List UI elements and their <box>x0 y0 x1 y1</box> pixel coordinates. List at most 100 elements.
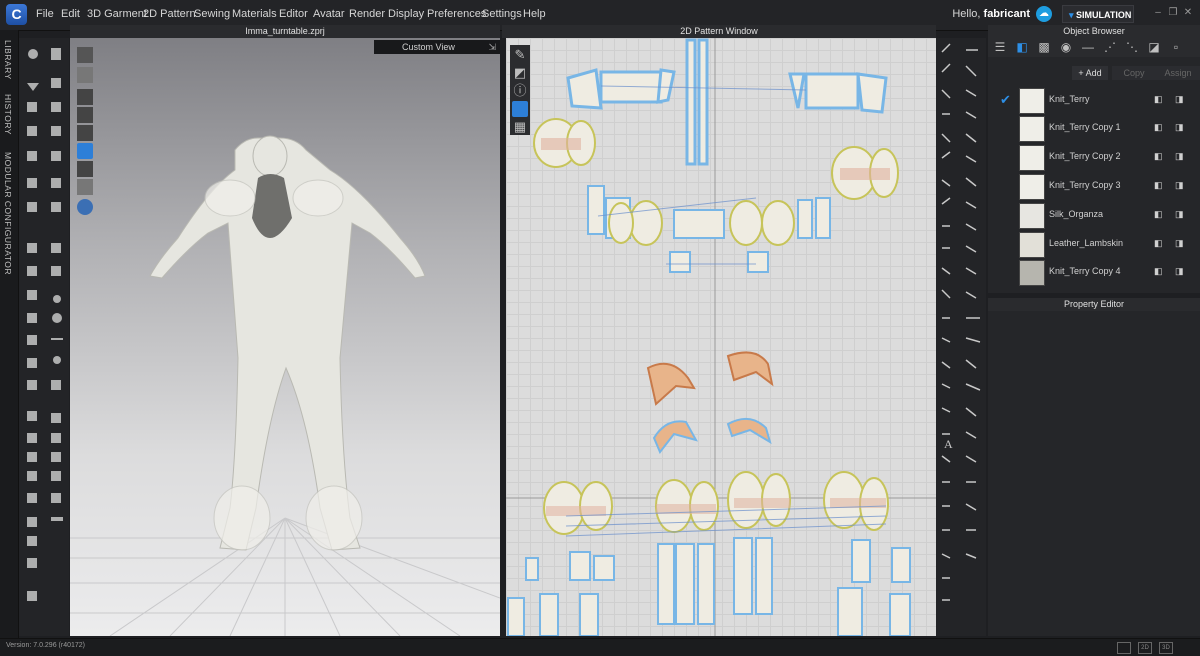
view-label: Custom View ⇲ <box>374 40 500 54</box>
garment-visibility-icon[interactable] <box>77 67 93 83</box>
material-edit-icon[interactable]: ◧ <box>1154 122 1164 132</box>
material-edit-icon[interactable]: ◧ <box>1154 180 1164 190</box>
material-assign-icon[interactable]: ◨ <box>1175 180 1185 190</box>
view-3d-button[interactable]: 3D <box>1159 642 1173 654</box>
svg-text:A: A <box>944 437 953 451</box>
viewport-3d-title: Imma_turntable.zprj <box>70 25 500 38</box>
assign-button[interactable]: Assign <box>1156 66 1200 80</box>
close-icon[interactable]: ✕ <box>1183 8 1193 18</box>
view-2d-button[interactable]: 2D <box>1138 642 1152 654</box>
pattern-window[interactable] <box>506 38 936 636</box>
ghost-view-icon[interactable] <box>77 161 93 177</box>
pattern-display-icon[interactable]: ◩ <box>512 65 528 81</box>
graphic-icon[interactable]: ⋱ <box>1124 39 1140 55</box>
pin-view-icon[interactable] <box>77 125 93 141</box>
list-item[interactable]: ✔ Knit_Terry ◧ ◨ <box>988 86 1200 114</box>
stitch-icon[interactable]: ⋰ <box>1102 39 1118 55</box>
list-item[interactable]: Silk_Organza ◧ ◨ <box>988 201 1200 229</box>
pattern-view-icon[interactable]: ✎ <box>512 47 528 63</box>
tab-history[interactable]: HISTORY <box>3 94 13 135</box>
pattern-pieces <box>506 38 936 636</box>
material-thumbnail <box>1019 260 1045 286</box>
app-logo[interactable]: C <box>6 4 27 25</box>
material-thumbnail <box>1019 88 1045 114</box>
garment-toolbar <box>19 38 69 636</box>
texture-view-icon[interactable] <box>77 89 93 105</box>
material-name: Leather_Lambskin <box>1049 238 1124 248</box>
menu-sewing[interactable]: Sewing <box>194 8 230 20</box>
simulation-icon: ▾ <box>1069 10 1074 20</box>
list-item[interactable]: Knit_Terry Copy 1 ◧ ◨ <box>988 114 1200 142</box>
material-name: Knit_Terry Copy 2 <box>1049 151 1121 161</box>
more-icon[interactable]: ▫ <box>1168 39 1184 55</box>
material-assign-icon[interactable]: ◨ <box>1175 238 1185 248</box>
fabric-icon[interactable]: ◧ <box>1014 39 1030 55</box>
tab-library[interactable]: LIBRARY <box>3 40 13 80</box>
pattern-tools-toolbar: A <box>936 38 986 636</box>
list-item[interactable]: Knit_Terry Copy 3 ◧ ◨ <box>988 172 1200 200</box>
material-edit-icon[interactable]: ◧ <box>1154 151 1164 161</box>
pattern-window-toolbar: ✎ ◩ ⓘ ▦ <box>510 45 530 135</box>
version-label: Version: 7.0.296 (r40172) <box>6 642 85 649</box>
menu-display[interactable]: Display <box>388 8 424 20</box>
list-item[interactable]: Knit_Terry Copy 4 ◧ ◨ <box>988 258 1200 286</box>
menu-render[interactable]: Render <box>349 8 385 20</box>
pattern-window-title: 2D Pattern Window <box>502 25 936 38</box>
material-assign-icon[interactable]: ◨ <box>1175 266 1185 276</box>
side-tab-strip: LIBRARY HISTORY MODULAR CONFIGURATOR <box>0 30 19 638</box>
material-name: Knit_Terry <box>1049 94 1090 104</box>
material-thumbnail <box>1019 203 1045 229</box>
material-edit-icon[interactable]: ◧ <box>1154 266 1164 276</box>
property-editor-title: Property Editor <box>988 298 1200 311</box>
menu-avatar[interactable]: Avatar <box>313 8 345 20</box>
material-name: Knit_Terry Copy 1 <box>1049 122 1121 132</box>
restore-icon[interactable]: ❐ <box>1168 8 1178 18</box>
list-icon[interactable]: ☰ <box>992 39 1008 55</box>
property-editor-panel <box>988 311 1200 636</box>
fabric-view-icon[interactable] <box>77 143 93 159</box>
menu-editor[interactable]: Editor <box>279 8 308 20</box>
object-browser-tabs: ☰ ◧ ▩ ◉ — ⋰ ⋱ ◪ ▫ <box>988 37 1200 57</box>
view-mode-button[interactable] <box>1117 642 1131 654</box>
menu-help[interactable]: Help <box>523 8 546 20</box>
topstitch-icon[interactable]: — <box>1080 39 1096 55</box>
menu-2d-pattern[interactable]: 2D Pattern <box>143 8 196 20</box>
list-item[interactable]: Leather_Lambskin ◧ ◨ <box>988 230 1200 258</box>
viewport-3d-toolbar <box>75 43 95 215</box>
material-assign-icon[interactable]: ◨ <box>1175 151 1185 161</box>
avatar-visibility-icon[interactable] <box>77 47 93 63</box>
material-assign-icon[interactable]: ◨ <box>1175 94 1185 104</box>
menu-preferences[interactable]: Preferences <box>427 8 486 20</box>
material-edit-icon[interactable]: ◧ <box>1154 238 1164 248</box>
username[interactable]: fabricant <box>984 8 1030 20</box>
add-button[interactable]: + Add <box>1072 66 1108 80</box>
minimize-icon[interactable]: – <box>1153 8 1163 18</box>
material-thumbnail <box>1019 174 1045 200</box>
menu-file[interactable]: File <box>36 8 54 20</box>
tab-modular-configurator[interactable]: MODULAR CONFIGURATOR <box>3 152 13 275</box>
list-item[interactable]: Knit_Terry Copy 2 ◧ ◨ <box>988 143 1200 171</box>
object-browser-title: Object Browser <box>988 25 1200 37</box>
globe-icon[interactable] <box>77 199 93 215</box>
button-icon[interactable]: ◉ <box>1058 39 1074 55</box>
menu-edit[interactable]: Edit <box>61 8 80 20</box>
cloud-icon[interactable]: ☁ <box>1036 6 1052 22</box>
mesh-view-icon[interactable] <box>77 107 93 123</box>
light-view-icon[interactable] <box>77 179 93 195</box>
info-icon[interactable]: ⓘ <box>512 83 528 99</box>
material-assign-icon[interactable]: ◨ <box>1175 209 1185 219</box>
material-edit-icon[interactable]: ◧ <box>1154 209 1164 219</box>
simulation-mode-button[interactable]: ▾ SIMULATION ▾ <box>1062 5 1134 38</box>
texture-display-icon[interactable] <box>512 101 528 117</box>
menu-materials[interactable]: Materials <box>232 8 277 20</box>
material-edit-icon[interactable]: ◧ <box>1154 94 1164 104</box>
copy-button[interactable]: Copy <box>1112 66 1156 80</box>
pattern-icon[interactable]: ▩ <box>1036 39 1052 55</box>
menu-3d-garment[interactable]: 3D Garment <box>87 8 147 20</box>
grid-display-icon[interactable]: ▦ <box>512 119 528 135</box>
menu-settings[interactable]: Settings <box>482 8 522 20</box>
viewport-3d[interactable] <box>70 38 500 636</box>
trim-icon[interactable]: ◪ <box>1146 39 1162 55</box>
material-assign-icon[interactable]: ◨ <box>1175 122 1185 132</box>
view-pin-icon[interactable]: ⇲ <box>488 40 496 54</box>
